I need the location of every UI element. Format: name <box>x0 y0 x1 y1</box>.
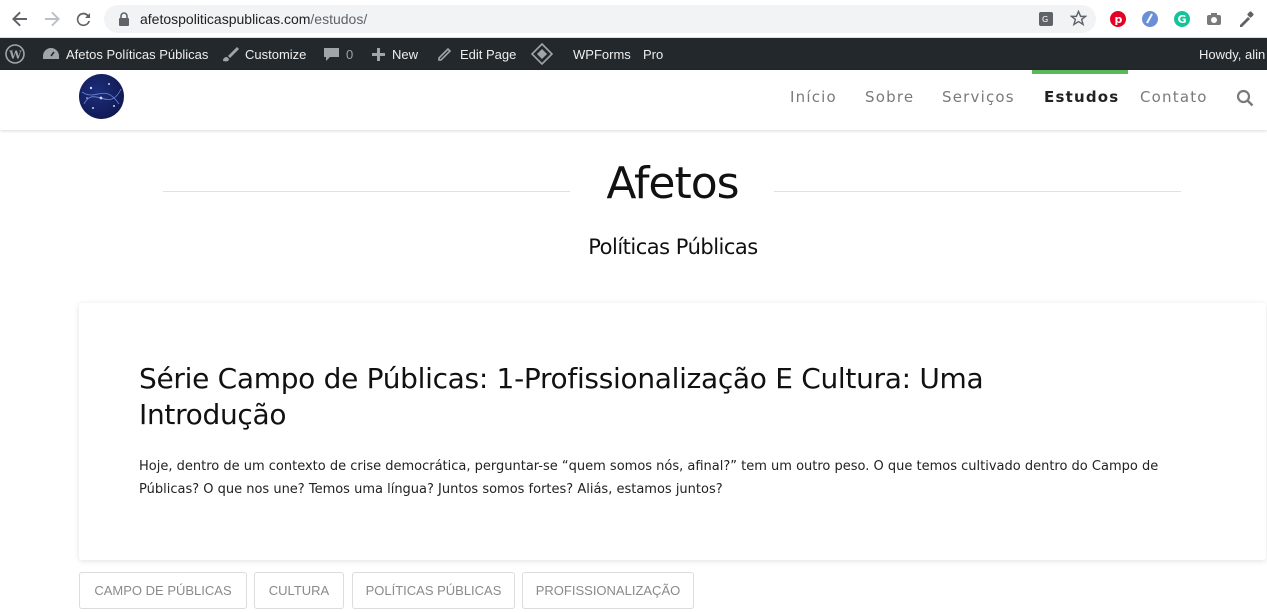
comments-count: 0 <box>346 46 354 62</box>
wpforms-link[interactable]: WPForms <box>573 38 631 70</box>
tag-politicas-publicas[interactable]: POLÍTICAS PÚBLICAS <box>352 572 515 609</box>
translate-icon[interactable]: G <box>1038 11 1054 27</box>
site-name-label: Afetos Políticas Públicas <box>66 46 209 62</box>
edit-page-link[interactable]: Edit Page <box>437 38 516 70</box>
tag-profissionalizacao[interactable]: PROFISSIONALIZAÇÃO <box>522 572 694 609</box>
svg-text:G: G <box>1178 13 1187 26</box>
customize-link[interactable]: Customize <box>221 38 306 70</box>
back-arrow-icon <box>12 11 27 27</box>
search-icon[interactable] <box>1236 89 1254 107</box>
site-title: Afetos <box>606 158 739 209</box>
svg-text:G: G <box>1042 15 1048 24</box>
plugin-diamond-link[interactable] <box>531 38 559 70</box>
comments-link[interactable]: 0 <box>323 38 353 70</box>
new-content-link[interactable]: New <box>371 38 418 70</box>
forward-button[interactable] <box>40 7 64 31</box>
address-bar[interactable]: afetospoliticaspublicas.com/estudos/ G <box>104 5 1096 33</box>
back-button[interactable] <box>8 7 32 31</box>
menu-item-inicio[interactable]: Início <box>790 88 837 106</box>
customize-label: Customize <box>245 46 307 62</box>
wordpress-icon: W <box>5 44 25 64</box>
pencil-icon <box>438 47 452 61</box>
pro-link[interactable]: Pro <box>643 38 663 70</box>
title-divider-right <box>774 191 1181 192</box>
menu-item-contato[interactable]: Contato <box>1140 88 1208 106</box>
active-menu-indicator <box>1032 70 1128 74</box>
reload-icon <box>76 12 90 27</box>
site-logo[interactable] <box>79 74 124 119</box>
wpforms-label: WPForms <box>573 46 631 62</box>
tag-cultura[interactable]: CULTURA <box>254 572 344 609</box>
post-excerpt: Hoje, dentro de um contexto de crise dem… <box>139 459 1159 497</box>
site-header: Início Sobre Serviços Estudos Contato <box>0 70 1267 130</box>
diamond-plugin-icon <box>531 43 553 65</box>
site-subtitle: Políticas Públicas <box>588 235 758 259</box>
logo-pattern-icon <box>81 83 122 109</box>
brush-icon <box>223 47 239 62</box>
svg-text:W: W <box>8 49 22 62</box>
browser-toolbar: afetospoliticaspublicas.com/estudos/ G p… <box>0 0 1267 38</box>
new-label: New <box>392 46 419 62</box>
plus-icon <box>372 47 385 61</box>
url-path: /estudos/ <box>310 11 368 27</box>
reload-button[interactable] <box>72 7 96 31</box>
menu-item-servicos[interactable]: Serviços <box>942 88 1015 106</box>
menu-item-estudos[interactable]: Estudos <box>1044 88 1119 106</box>
comment-bubble-icon <box>324 48 339 61</box>
star-bookmark-icon[interactable] <box>1070 10 1087 27</box>
menu-item-sobre[interactable]: Sobre <box>865 88 914 106</box>
grammarly-extension-icon[interactable]: G <box>1172 9 1192 29</box>
pro-label: Pro <box>643 46 664 62</box>
pinterest-extension-icon[interactable]: p <box>1108 9 1128 29</box>
svg-text:p: p <box>1115 13 1123 26</box>
eyedropper-extension-icon[interactable] <box>1236 9 1256 29</box>
camera-extension-icon[interactable] <box>1204 9 1224 29</box>
lock-icon <box>119 12 129 26</box>
howdy-label: Howdy, alin <box>1199 46 1266 62</box>
title-divider-left <box>163 191 570 192</box>
tag-campo-de-publicas[interactable]: CAMPO DE PÚBLICAS <box>79 572 247 609</box>
site-name-link[interactable]: Afetos Políticas Públicas <box>42 38 208 70</box>
post-title-link[interactable]: Série Campo de Públicas: 1-Profissionali… <box>139 361 1139 433</box>
wp-admin-bar: W Afetos Políticas Públicas Customize 0 … <box>0 38 1267 70</box>
forward-arrow-icon <box>45 11 60 27</box>
edit-page-label: Edit Page <box>460 46 517 62</box>
url-domain: afetospoliticaspublicas.com <box>140 11 311 27</box>
dashboard-icon <box>43 48 59 59</box>
url-text: afetospoliticaspublicas.com/estudos/ <box>140 11 367 27</box>
extension-icon-blue[interactable] <box>1140 9 1160 29</box>
howdy-account-link[interactable]: Howdy, alin <box>1199 38 1265 70</box>
post-card: Série Campo de Públicas: 1-Profissionali… <box>79 303 1266 560</box>
wordpress-logo-button[interactable]: W <box>5 38 31 70</box>
